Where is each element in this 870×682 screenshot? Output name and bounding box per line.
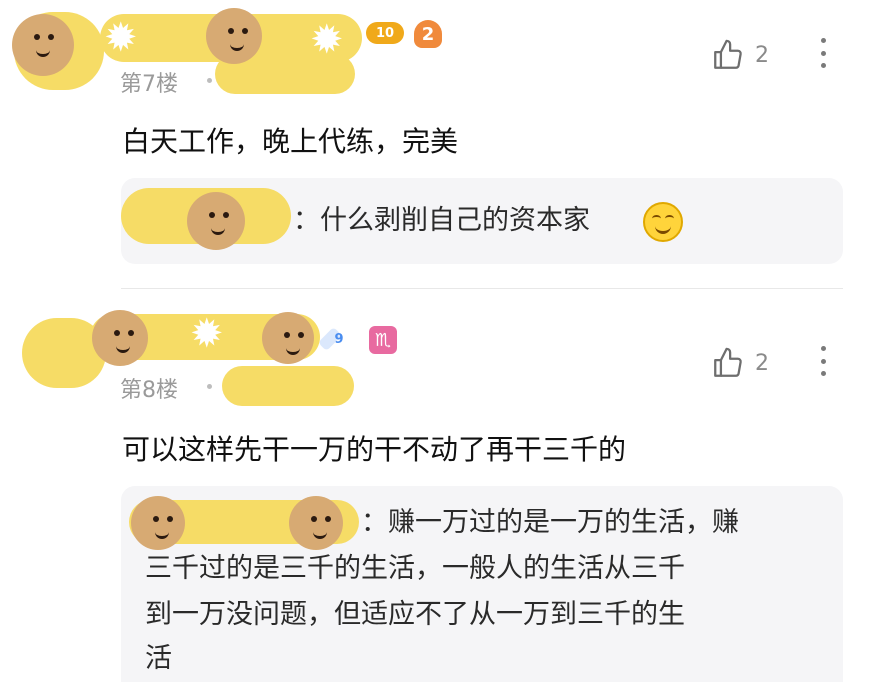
divider <box>121 288 843 289</box>
separator-dot <box>207 78 212 83</box>
separator-dot <box>207 384 212 389</box>
like-count: 2 <box>755 350 769 376</box>
reply-text-line-3: 到一万没问题，但适应不了从一万到三千的生 <box>145 599 685 630</box>
reply-text: ：什么剥削自己的资本家 <box>293 205 590 236</box>
comment-text: 可以这样先干一万的干不动了再干三千的 <box>122 433 627 466</box>
level-value: 9 <box>334 331 344 347</box>
reply-text-line-2: 三千过的是三千的生活，一般人的生活从三千 <box>145 553 685 584</box>
title-badge-icon: 2 <box>414 20 442 48</box>
reply-text-line-1: ：赚一万过的是一万的生活，赚 <box>361 507 739 538</box>
comment-text: 白天工作，晚上代练，完美 <box>122 125 459 158</box>
zodiac-badge-icon: ♏ <box>369 326 397 354</box>
level-badge: 10 <box>366 22 404 44</box>
comment-floor-7: ✹ ✹ 10 2 第7楼 2 白天工作，晚上代练，完美 ：什么剥削自己的资本家 <box>0 0 870 290</box>
like-button[interactable]: 2 <box>711 38 769 72</box>
floor-label: 第8楼 <box>120 378 178 403</box>
grinning-emoji-icon <box>643 202 683 242</box>
like-count: 2 <box>755 42 769 68</box>
floor-label: 第7楼 <box>120 72 178 97</box>
reply-box[interactable]: ：什么剥削自己的资本家 <box>121 178 843 264</box>
thumbs-up-icon <box>714 39 742 69</box>
more-options-button[interactable] <box>813 346 833 376</box>
more-options-button[interactable] <box>813 38 833 68</box>
like-button[interactable]: 2 <box>711 346 769 380</box>
thumbs-up-icon <box>714 347 742 377</box>
comment-floor-8: ✹ 9 ♏ 第8楼 2 可以这样先干一万的干不动了再干三千的 ：赚一万过的是一万… <box>0 292 870 682</box>
reply-box[interactable]: ：赚一万过的是一万的生活，赚 三千过的是三千的生活，一般人的生活从三千 到一万没… <box>121 486 843 682</box>
reply-text-line-4: 活 <box>145 643 172 674</box>
